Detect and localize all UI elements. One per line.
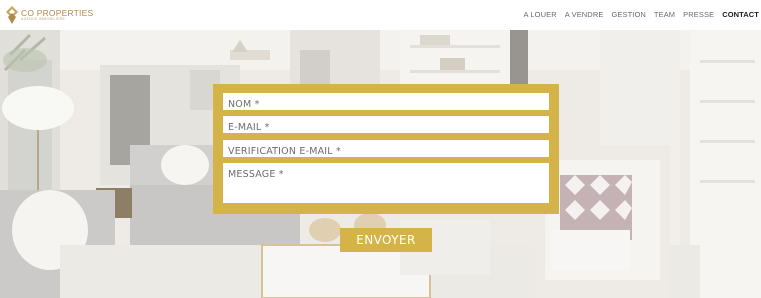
nav-item-a-vendre[interactable]: A VENDRE <box>565 10 604 19</box>
nav-item-a-louer[interactable]: A LOUER <box>524 10 557 19</box>
email-field[interactable]: E-MAIL * <box>223 116 549 133</box>
brand-tagline: AGENCE IMMOBILIERE <box>21 17 66 21</box>
name-placeholder: NOM * <box>228 99 260 110</box>
email-verification-placeholder: VERIFICATION E-MAIL * <box>228 146 341 157</box>
logo-icon <box>6 6 18 24</box>
site-header: CO PROPERTIES AGENCE IMMOBILIERE A LOUER… <box>0 0 761 30</box>
nav-item-gestion[interactable]: GESTION <box>611 10 645 19</box>
brand-name: CO PROPERTIES <box>21 7 94 18</box>
nav-item-contact[interactable]: CONTACT <box>722 10 759 19</box>
email-placeholder: E-MAIL * <box>228 122 270 133</box>
contact-form: NOM * E-MAIL * VERIFICATION E-MAIL * MES… <box>213 84 559 214</box>
nav-item-presse[interactable]: PRESSE <box>683 10 714 19</box>
email-verification-field[interactable]: VERIFICATION E-MAIL * <box>223 140 549 157</box>
site-logo[interactable]: CO PROPERTIES AGENCE IMMOBILIERE <box>6 5 93 25</box>
logo-wordmark: CO PROPERTIES AGENCE IMMOBILIERE <box>21 7 94 22</box>
message-placeholder: MESSAGE * <box>228 169 284 180</box>
nav-item-team[interactable]: TEAM <box>654 10 675 19</box>
send-button[interactable]: ENVOYER <box>340 228 432 252</box>
message-field[interactable]: MESSAGE * <box>223 163 549 203</box>
main-nav: A LOUER A VENDRE GESTION TEAM PRESSE CON… <box>524 10 760 19</box>
name-field[interactable]: NOM * <box>223 93 549 110</box>
